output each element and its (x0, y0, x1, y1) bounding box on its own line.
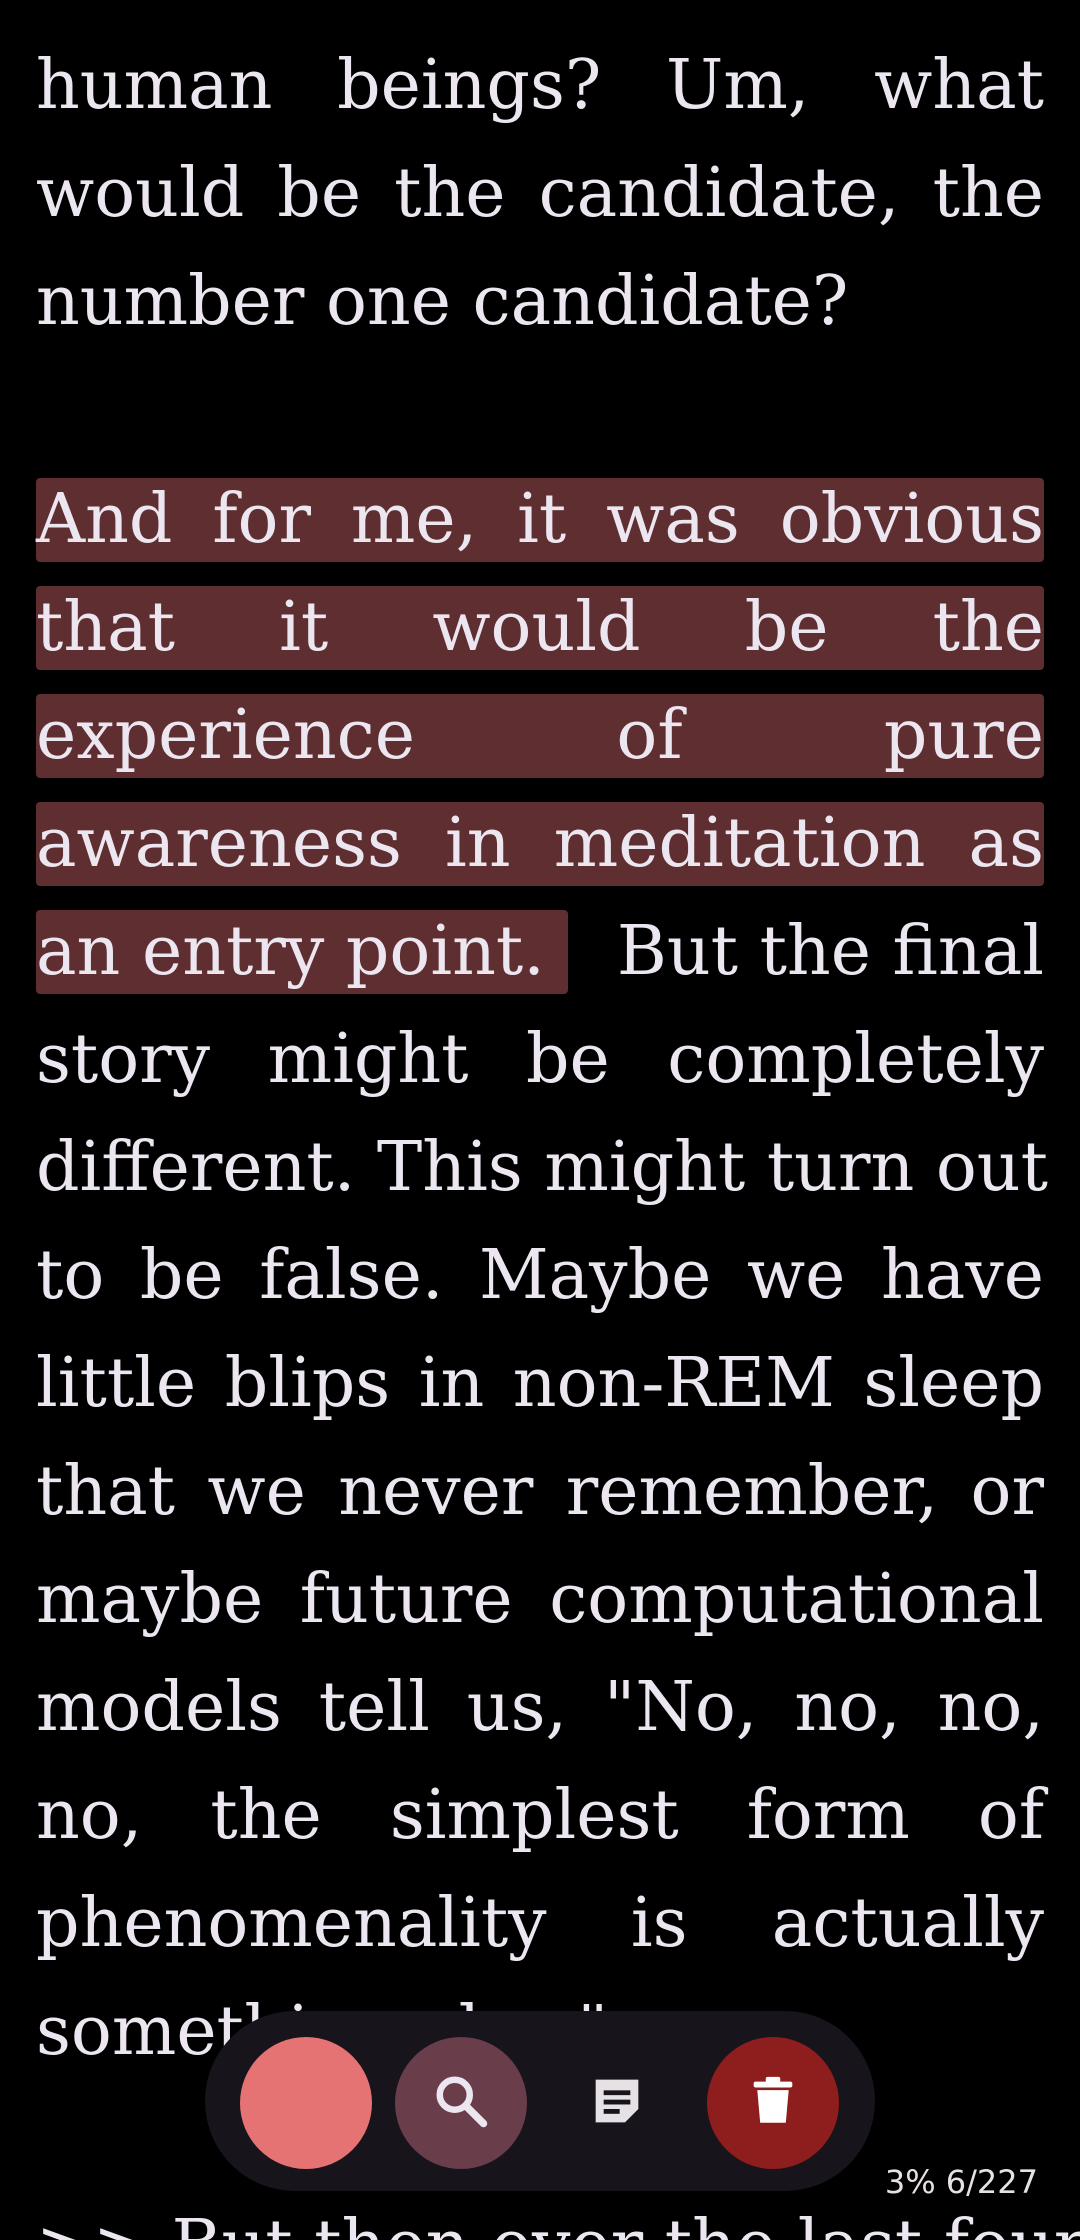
search-icon (431, 2071, 491, 2135)
delete-highlight-button[interactable] (707, 2037, 839, 2169)
text-line: models tell us, "No, no, no, (36, 1668, 1044, 1747)
highlighted-text-line: experience of pure (36, 696, 1044, 775)
highlight-color-button[interactable] (240, 2037, 372, 2169)
text-line: to be false. Maybe we have (36, 1236, 1044, 1315)
text-line: no, the simplest form of (36, 1776, 1044, 1855)
mixed-text-line: an entry point. But the final (36, 898, 1044, 1006)
highlighted-text-line: And for me, it was obvious (36, 480, 1044, 559)
text-line: maybe future computational (36, 1560, 1044, 1639)
text-line: number one candidate? (36, 262, 849, 341)
text-line: different. This might turn out (36, 1128, 1048, 1207)
text-line: little blips in non-REM sleep (36, 1344, 1044, 1423)
highlighted-text: an entry point. (36, 912, 545, 991)
text-line: phenomenality is actually (36, 1884, 1044, 1963)
search-button[interactable] (395, 2037, 527, 2169)
add-note-button[interactable] (551, 2037, 683, 2169)
reading-progress: 3% 6/227 (884, 2163, 1038, 2201)
reader-page[interactable]: human beings? Um, what would be the cand… (0, 0, 1080, 2240)
text-line: that we never remember, or (36, 1452, 1044, 1531)
highlighted-text-line: that it would be the (36, 588, 1044, 667)
text-line: story might be completely (36, 1020, 1044, 1099)
highlight-toolbar (205, 2011, 875, 2191)
plain-text: But the final (616, 912, 1044, 991)
note-icon (585, 2069, 649, 2137)
trash-icon (744, 2072, 802, 2134)
text-line: human beings? Um, what (36, 46, 1044, 125)
highlighted-text-line: awareness in meditation as (36, 804, 1044, 883)
text-line: would be the candidate, the (36, 154, 1044, 233)
